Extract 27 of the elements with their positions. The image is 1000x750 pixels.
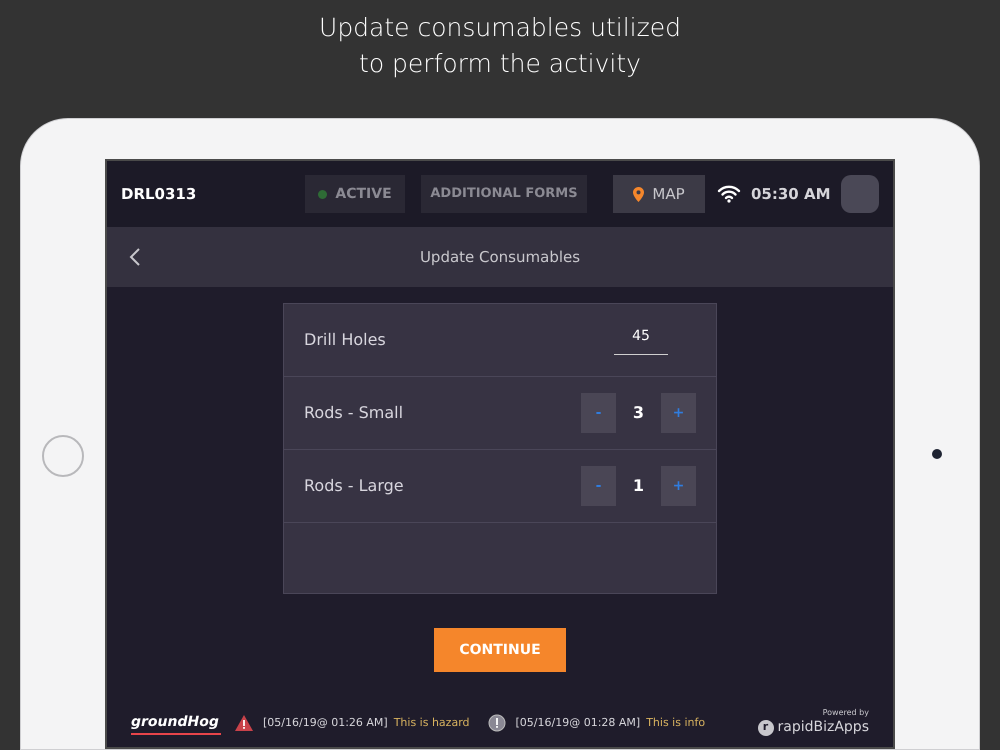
alert-message: This is info [646, 714, 706, 731]
minus-button[interactable]: - [581, 393, 616, 433]
continue-button[interactable]: CONTINUE [434, 628, 566, 672]
quantity-value: 1 [632, 475, 646, 497]
clock-time: 05:30 AM [751, 184, 831, 205]
brand-logo: rapidBizApps [778, 718, 869, 737]
additional-forms-button[interactable]: ADDITIONAL FORMS [421, 175, 587, 213]
quantity-value: 3 [632, 402, 646, 424]
map-button[interactable]: MAP [613, 175, 705, 213]
brand-mark-icon: r [758, 720, 774, 736]
groundhog-logo: groundHog [131, 712, 221, 734]
item-name: Rods - Large [304, 475, 405, 497]
alert-time: [05/16/19@ 01:28 AM] [516, 714, 640, 731]
alert-message: This is hazard [394, 714, 470, 731]
caption-line: Update consumables utilized [319, 12, 681, 44]
plus-button[interactable]: + [661, 393, 696, 433]
device-id: DRL0313 [121, 184, 198, 205]
minus-button[interactable]: - [581, 466, 616, 506]
plus-button[interactable]: + [661, 466, 696, 506]
alert-time: [05/16/19@ 01:26 AM] [263, 714, 388, 731]
status-label: ACTIVE [335, 184, 392, 204]
input-field[interactable]: 45 [614, 326, 668, 354]
screen-title: Update Consumables [418, 246, 582, 268]
item-name: Drill Holes [304, 329, 387, 351]
caption-line: to perform the activity [358, 48, 642, 80]
powered-by-label: Powered by [822, 708, 869, 717]
item-name: Rods - Small [304, 402, 404, 424]
